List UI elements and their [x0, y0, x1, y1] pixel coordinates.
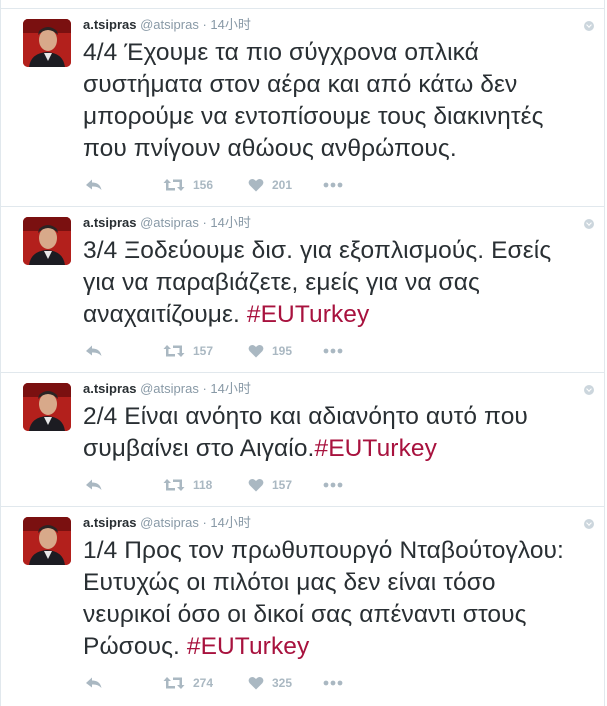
retweet-button[interactable]: 157: [163, 341, 213, 361]
tweet-actions: 156 201: [83, 175, 383, 195]
tweet-timestamp[interactable]: 14小时: [210, 215, 250, 230]
chevron-down-icon[interactable]: [584, 385, 594, 395]
tweet-actions: 274 325: [83, 673, 383, 693]
like-button[interactable]: 157: [248, 475, 292, 495]
reply-icon: [86, 479, 102, 490]
retweet-count: 118: [193, 478, 213, 492]
more-icon: [323, 680, 343, 686]
like-count: 195: [272, 344, 293, 358]
like-count: 157: [272, 478, 293, 492]
reply-button[interactable]: [85, 475, 103, 495]
tweet-timestamp[interactable]: 14小时: [210, 17, 250, 32]
retweet-icon: [163, 479, 185, 491]
separator-dot: ·: [202, 515, 207, 530]
avatar[interactable]: [23, 217, 71, 265]
tweet[interactable]: a.tsipras @atsipras · 14小时 4/4 Έχουμε τα…: [1, 9, 604, 207]
reply-button[interactable]: [85, 175, 103, 195]
user-handle[interactable]: @atsipras: [140, 215, 199, 230]
more-button[interactable]: [323, 475, 343, 495]
tweet[interactable]: a.tsipras @atsipras · 14小时 1/4 Προς τον …: [1, 507, 604, 706]
more-button[interactable]: [323, 175, 343, 195]
avatar[interactable]: [23, 19, 71, 67]
more-icon: [323, 182, 343, 188]
tweet-text: 4/4 Έχουμε τα πιο σύγχρονα οπλικά συστήμ…: [83, 37, 590, 165]
reply-icon: [86, 677, 102, 688]
heart-icon: [248, 179, 264, 192]
user-handle[interactable]: @atsipras: [140, 381, 199, 396]
separator-dot: ·: [202, 17, 207, 32]
like-button[interactable]: 325: [248, 673, 292, 693]
tweet[interactable]: a.tsipras @atsipras · 14小时 3/4 Ξοδεύουμε…: [1, 207, 604, 373]
tweet-body: 1/4 Προς τον πρωθυπουργό Νταβούτογλου: Ε…: [83, 537, 564, 660]
retweet-button[interactable]: 118: [163, 475, 212, 495]
more-icon: [323, 348, 343, 354]
tweet-text: 3/4 Ξοδεύουμε δισ. για εξοπλισμούς. Εσεί…: [83, 235, 590, 331]
like-button[interactable]: 201: [248, 175, 292, 195]
retweet-icon: [163, 677, 185, 689]
tweet-header: a.tsipras @atsipras · 14小时: [83, 380, 251, 398]
timeline: a.tsipras @atsipras · 14小时 4/4 Έχουμε τα…: [0, 0, 605, 706]
reply-icon: [86, 179, 102, 190]
heart-icon: [248, 479, 264, 492]
like-count: 325: [272, 676, 293, 690]
retweet-icon: [163, 179, 185, 191]
like-button[interactable]: 195: [248, 341, 292, 361]
tweet-header: a.tsipras @atsipras · 14小时: [83, 16, 251, 34]
user-name[interactable]: a.tsipras: [83, 515, 136, 530]
separator-dot: ·: [202, 215, 207, 230]
user-handle[interactable]: @atsipras: [140, 515, 199, 530]
hashtag-link[interactable]: #EUTurkey: [314, 435, 437, 462]
hashtag-link[interactable]: #EUTurkey: [247, 301, 370, 328]
heart-icon: [248, 677, 264, 690]
tweet-text: 2/4 Είναι ανόητο και αδιανόητο αυτό που …: [83, 401, 590, 465]
avatar[interactable]: [23, 517, 71, 565]
chevron-down-icon[interactable]: [584, 21, 594, 31]
user-name[interactable]: a.tsipras: [83, 215, 136, 230]
separator-dot: ·: [202, 381, 207, 396]
more-button[interactable]: [323, 673, 343, 693]
chevron-down-icon[interactable]: [584, 519, 594, 529]
retweet-count: 156: [193, 178, 214, 192]
tweet-actions: 118 157: [83, 475, 383, 495]
more-button[interactable]: [323, 341, 343, 361]
hashtag-link[interactable]: #EUTurkey: [187, 633, 310, 660]
like-count: 201: [272, 178, 293, 192]
retweet-count: 157: [193, 344, 214, 358]
tweet[interactable]: a.tsipras @atsipras · 14小时 2/4 Είναι ανό…: [1, 373, 604, 507]
avatar[interactable]: [23, 383, 71, 431]
tweet-actions: 157 195: [83, 341, 383, 361]
tweet-timestamp[interactable]: 14小时: [210, 381, 250, 396]
user-handle[interactable]: @atsipras: [140, 17, 199, 32]
reply-icon: [86, 345, 102, 356]
user-name[interactable]: a.tsipras: [83, 17, 136, 32]
retweet-icon: [163, 345, 185, 357]
retweet-button[interactable]: 274: [163, 673, 213, 693]
tweet-header: a.tsipras @atsipras · 14小时: [83, 214, 251, 232]
tweet-header: a.tsipras @atsipras · 14小时: [83, 514, 251, 532]
tweet-text: 1/4 Προς τον πρωθυπουργό Νταβούτογλου: Ε…: [83, 535, 590, 663]
tweet-timestamp[interactable]: 14小时: [210, 515, 250, 530]
more-icon: [323, 482, 343, 488]
chevron-down-icon[interactable]: [584, 219, 594, 229]
heart-icon: [248, 345, 264, 358]
reply-button[interactable]: [85, 673, 103, 693]
retweet-count: 274: [193, 676, 214, 690]
tweet-body: 4/4 Έχουμε τα πιο σύγχρονα οπλικά συστήμ…: [83, 39, 544, 162]
reply-button[interactable]: [85, 341, 103, 361]
retweet-button[interactable]: 156: [163, 175, 213, 195]
user-name[interactable]: a.tsipras: [83, 381, 136, 396]
tweet-body: 2/4 Είναι ανόητο και αδιανόητο αυτό που …: [83, 403, 528, 462]
